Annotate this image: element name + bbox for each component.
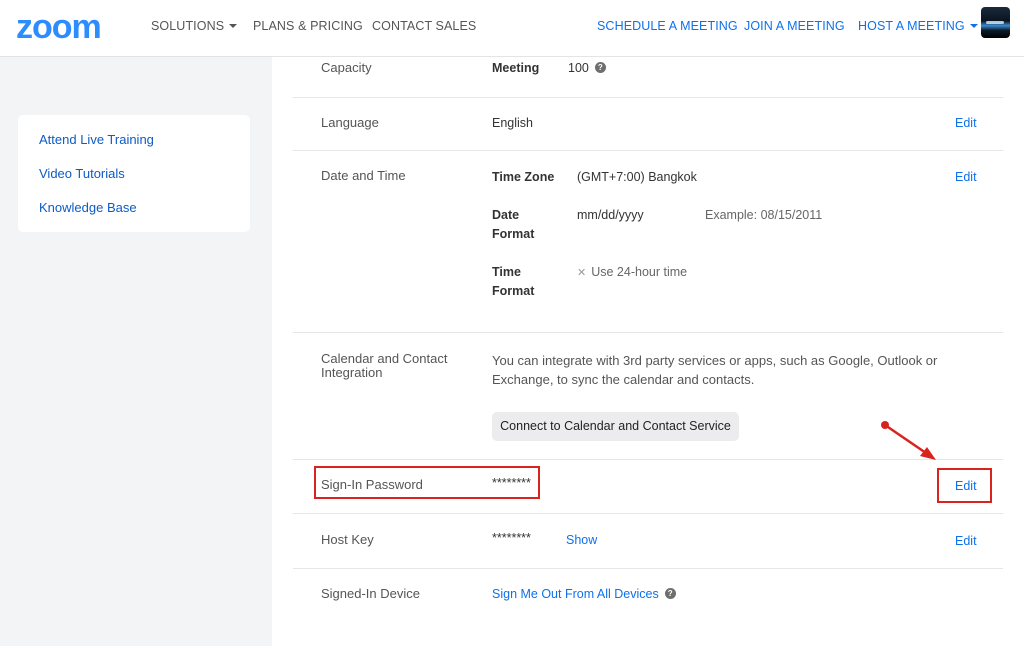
calendar-label-line2: Integration: [321, 365, 383, 380]
nav-contact-sales[interactable]: CONTACT SALES: [372, 19, 476, 33]
language-label: Language: [321, 115, 379, 130]
signin-password-value: ********: [492, 476, 531, 490]
help-icon[interactable]: ?: [664, 588, 676, 600]
sidebar-item-knowledge-base[interactable]: Knowledge Base: [39, 200, 137, 215]
nav-solutions[interactable]: SOLUTIONS: [151, 19, 238, 33]
calendar-label-line1: Calendar and Contact: [321, 351, 448, 366]
avatar[interactable]: [981, 7, 1010, 38]
capacity-value: 100?: [568, 59, 606, 78]
timeformat-key-line2: Format: [492, 284, 535, 298]
nav-join-meeting[interactable]: JOIN A MEETING: [744, 19, 845, 33]
host-key-value: ********: [492, 531, 531, 545]
chevron-down-icon: [969, 23, 978, 28]
divider: [293, 97, 1003, 98]
nav-solutions-label: SOLUTIONS: [151, 19, 225, 33]
timeformat-value: ✕ Use 24-hour time: [577, 263, 687, 283]
timezone-key: Time Zone: [492, 170, 555, 184]
nav-host-meeting-label: HOST A MEETING: [858, 19, 965, 33]
dateformat-key-line1: Date: [492, 208, 520, 222]
signin-password-edit-link[interactable]: Edit: [955, 479, 977, 493]
connect-calendar-button[interactable]: Connect to Calendar and Contact Service: [492, 412, 739, 441]
capacity-meeting-key: Meeting: [492, 61, 540, 75]
divider: [293, 150, 1003, 151]
timezone-value: (GMT+7:00) Bangkok: [577, 170, 697, 184]
divider: [293, 568, 1003, 569]
dateformat-example: Example: 08/15/2011: [705, 208, 823, 222]
divider: [293, 513, 1003, 514]
nav-plans-pricing[interactable]: PLANS & PRICING: [253, 19, 363, 33]
capacity-number: 100: [568, 61, 589, 75]
help-icon[interactable]: ?: [594, 62, 606, 74]
signed-in-device-label: Signed-In Device: [321, 586, 420, 601]
sign-out-all-devices-link[interactable]: Sign Me Out From All Devices?: [492, 587, 676, 601]
sidebar-item-video-tutorials[interactable]: Video Tutorials: [39, 166, 125, 181]
host-key-edit-link[interactable]: Edit: [955, 534, 977, 548]
close-icon: ✕: [577, 267, 587, 279]
zoom-logo[interactable]: zoom: [16, 10, 102, 44]
chevron-down-icon: [229, 23, 238, 28]
capacity-label: Capacity: [321, 60, 372, 75]
sign-out-all-devices-label: Sign Me Out From All Devices: [492, 587, 659, 601]
datetime-label: Date and Time: [321, 168, 406, 183]
nav-schedule-meeting[interactable]: SCHEDULE A MEETING: [597, 19, 738, 33]
language-value: English: [492, 116, 533, 130]
calendar-description: You can integrate with 3rd party service…: [492, 353, 938, 387]
sidebar-item-attend-live-training[interactable]: Attend Live Training: [39, 132, 154, 147]
timeformat-text: Use 24-hour time: [591, 265, 688, 279]
signin-password-label: Sign-In Password: [321, 477, 423, 492]
nav-host-meeting[interactable]: HOST A MEETING: [858, 19, 978, 33]
host-key-show-link[interactable]: Show: [566, 533, 597, 547]
divider: [293, 332, 1003, 333]
language-edit-link[interactable]: Edit: [955, 116, 977, 130]
datetime-edit-link[interactable]: Edit: [955, 170, 977, 184]
dateformat-key-line2: Format: [492, 227, 535, 241]
pointer-arrow-icon: [881, 421, 936, 460]
timeformat-key-line1: Time: [492, 265, 521, 279]
top-navigation: zoom SOLUTIONS PLANS & PRICING CONTACT S…: [0, 0, 1024, 57]
dateformat-value: mm/dd/yyyy: [577, 208, 644, 222]
host-key-label: Host Key: [321, 532, 374, 547]
